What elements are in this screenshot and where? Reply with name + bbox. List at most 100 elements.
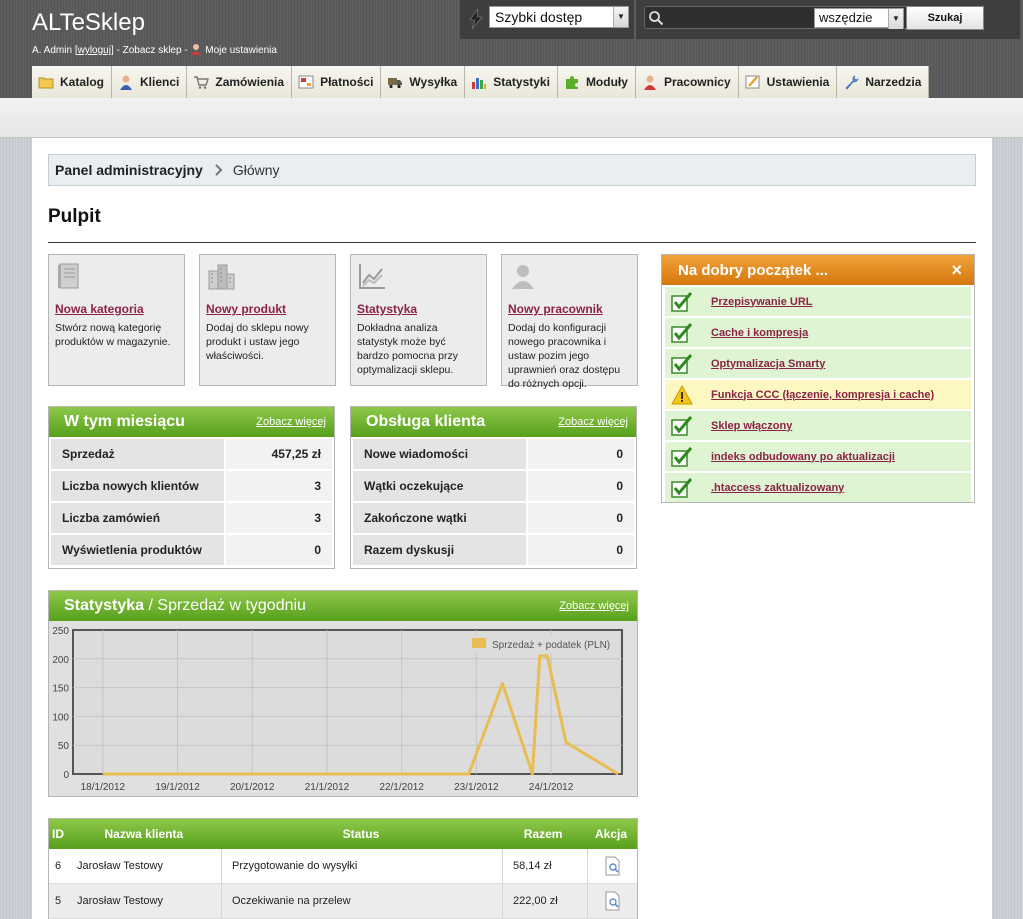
nav-item-pracownicy[interactable]: Pracownicy <box>635 66 739 98</box>
order-status: Przygotowanie do wysyłki <box>221 849 502 883</box>
chevron-down-icon: ▼ <box>888 9 903 29</box>
search-panel: wszędzie ▼ Szukaj <box>636 0 1020 39</box>
quick-access-select[interactable]: Szybki dostęp ▼ <box>489 6 629 28</box>
nav-item-ustawienia[interactable]: Ustawienia <box>738 66 838 98</box>
start-item-link[interactable]: indeks odbudowany po aktualizacji <box>711 451 895 463</box>
quick-link-title[interactable]: Nowa kategoria <box>55 302 178 316</box>
legend-swatch <box>472 638 486 648</box>
nav-item-narzedzia[interactable]: Narzedzia <box>837 66 930 98</box>
lightning-icon <box>469 9 483 29</box>
start-item: Sklep włączony <box>665 411 971 440</box>
y-tick-label: 200 <box>52 655 69 666</box>
view-order-button[interactable] <box>587 884 637 918</box>
quick-link-desc: Dodaj do konfiguracji nowego pracownika … <box>508 322 621 390</box>
stat-label: Nowe wiadomości <box>353 439 526 469</box>
start-item-link[interactable]: Optymalizacja Smarty <box>711 358 825 370</box>
search-scope-select[interactable]: wszędzie ▼ <box>814 8 904 29</box>
nav-item-klienci[interactable]: Klienci <box>112 66 188 98</box>
table-row: 5 Jarosław Testowy Oczekiwanie na przele… <box>49 884 637 919</box>
nav-item-wysylka[interactable]: Wysyłka <box>381 66 466 98</box>
start-item-link[interactable]: Przepisywanie URL <box>711 296 812 308</box>
view-order-button[interactable] <box>587 849 637 883</box>
quick-link-title[interactable]: Nowy produkt <box>206 302 329 316</box>
admin-name: A. Admin <box>32 45 73 56</box>
truck-icon <box>388 78 403 89</box>
search-scope-value: wszędzie <box>819 10 873 25</box>
nav-label: Katalog <box>60 75 105 89</box>
chart-panel-title: Statystyka / Sprzedaż w tygodniu <box>64 597 306 615</box>
breadcrumb-parent[interactable]: Panel administracyjny <box>55 162 203 178</box>
col-total: Razem <box>523 827 563 841</box>
quick-link-desc: Dodaj do sklepu nowy produkt i ustaw jeg… <box>206 322 309 362</box>
my-settings-link[interactable]: Moje ustawienia <box>205 45 277 56</box>
start-item-link[interactable]: Funkcja CCC (łączenie, kompresja i cache… <box>711 389 934 401</box>
quick-link-new-category[interactable]: Nowa kategoria Stwórz nową kategorię pro… <box>48 254 185 386</box>
view-shop-link[interactable]: Zobacz sklep <box>123 45 182 56</box>
x-tick-label: 18/1/2012 <box>81 782 126 793</box>
y-tick-label: 250 <box>52 626 69 637</box>
folder-icon <box>38 77 54 89</box>
logout-link[interactable]: wyloguj <box>78 45 111 56</box>
buildings-icon <box>208 264 235 290</box>
stats-title-slash: / <box>148 597 153 614</box>
stats-subtitle: Sprzedaż w tygodniu <box>157 597 306 614</box>
breadcrumb-current: Główny <box>232 162 280 178</box>
nav-item-zamowienia[interactable]: Zamówienia <box>187 66 293 98</box>
x-tick-label: 19/1/2012 <box>155 782 200 793</box>
main-nav: Katalog Klienci Zamówienia Płatności Wys… <box>32 66 930 98</box>
start-item-link[interactable]: Cache i kompresja <box>711 327 808 339</box>
nav-label: Statystyki <box>493 75 550 89</box>
getting-started-list: Przepisywanie URL Cache i kompresja Optyma… <box>662 287 974 502</box>
start-item-link[interactable]: .htaccess zaktualizowany <box>711 482 844 494</box>
employee-icon <box>643 75 656 90</box>
quick-link-title[interactable]: Statystyka <box>357 302 480 316</box>
nav-item-moduly[interactable]: Moduły <box>557 66 636 98</box>
separator-dash: - <box>116 45 120 56</box>
y-tick-label: 0 <box>63 770 69 781</box>
checkmark-icon <box>671 446 693 467</box>
order-id: 6 <box>55 860 62 872</box>
stat-label: Wyświetlenia produktów <box>51 535 224 565</box>
stat-label: Wątki oczekujące <box>353 471 526 501</box>
search-icon <box>649 11 664 26</box>
quick-link-new-product[interactable]: Nowy produkt Dodaj do sklepu nowy produk… <box>199 254 336 386</box>
separator-dash: - <box>184 45 188 56</box>
table-row: Sprzedaż 457,25 zł <box>51 439 332 469</box>
col-action: Akcja <box>595 827 628 841</box>
nav-item-katalog[interactable]: Katalog <box>32 66 113 98</box>
user-line: A. Admin [wyloguj] - Zobacz sklep - Moje… <box>32 43 277 56</box>
x-tick-label: 23/1/2012 <box>454 782 499 793</box>
month-more-link[interactable]: Zobacz więcej <box>256 416 326 428</box>
chevron-right-icon <box>215 164 223 176</box>
search-input[interactable] <box>667 8 817 27</box>
order-customer: Jarosław Testowy <box>77 860 163 872</box>
nav-label: Zamówienia <box>215 75 285 89</box>
nav-item-statystyki[interactable]: Statystyki <box>465 66 558 98</box>
close-icon[interactable]: × <box>951 260 962 281</box>
stat-value: 0 <box>528 471 634 501</box>
sales-chart: 18/1/2012 19/1/2012 20/1/2012 21/1/2012 22/1… <box>52 626 623 793</box>
service-panel: Obsługa klienta Zobacz więcej Nowe wiado… <box>350 406 637 569</box>
page-title: Pulpit <box>48 206 101 227</box>
order-status: Oczekiwanie na przelew <box>221 884 502 918</box>
stat-value: 0 <box>528 535 634 565</box>
quick-link-statistics[interactable]: Statystyka Dokładna analiza statystyk mo… <box>350 254 487 386</box>
x-tick-label: 21/1/2012 <box>305 782 350 793</box>
stat-value: 457,25 zł <box>226 439 332 469</box>
nav-label: Moduły <box>585 75 628 89</box>
start-item-link[interactable]: Sklep włączony <box>711 420 792 432</box>
quick-link-desc: Stwórz nową kategorię produktów w magazy… <box>55 322 171 348</box>
quick-link-new-employee[interactable]: Nowy pracownik Dodaj do konfiguracji now… <box>501 254 638 390</box>
nav-label: Ustawienia <box>766 75 830 89</box>
nav-item-platnosci[interactable]: Płatności <box>292 66 382 98</box>
settings-icon <box>745 75 760 89</box>
search-button[interactable]: Szukaj <box>906 6 984 30</box>
chart-more-link[interactable]: Zobacz więcej <box>559 600 629 612</box>
quick-link-title[interactable]: Nowy pracownik <box>508 302 631 316</box>
service-more-link[interactable]: Zobacz więcej <box>558 416 628 428</box>
stat-value: 0 <box>528 503 634 533</box>
service-panel-title: Obsługa klienta <box>366 413 486 430</box>
table-row: Wyświetlenia produktów 0 <box>51 535 332 565</box>
getting-started-panel: Na dobry początek ... × Przepisywanie UR… <box>661 254 975 503</box>
view-document-icon <box>605 891 619 911</box>
